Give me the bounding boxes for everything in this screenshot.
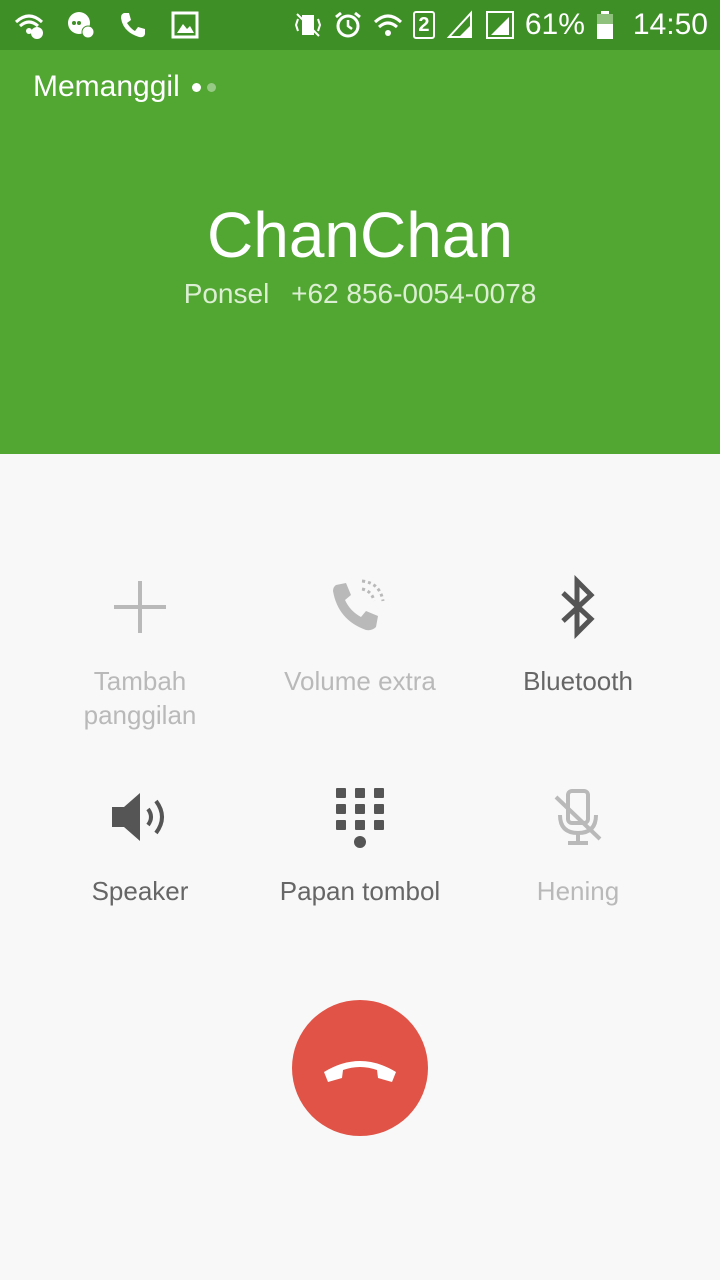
mic-off-icon	[554, 789, 602, 845]
battery-icon	[596, 11, 613, 39]
battery-percent: 61%	[524, 8, 585, 41]
mute-label: Hening	[536, 876, 620, 906]
extra-volume-label: Volume extra	[284, 666, 436, 696]
keypad-label: Papan tombol	[279, 876, 441, 906]
wifi-call-icon	[14, 14, 44, 39]
speaker-button[interactable]: Speaker	[30, 782, 250, 908]
bluetooth-label: Bluetooth	[523, 666, 633, 696]
end-call-icon	[324, 1061, 396, 1082]
vibrate-icon	[294, 13, 321, 37]
add-call-button[interactable]: Tambah panggilan	[30, 572, 250, 732]
extra-volume-button[interactable]: Volume extra	[250, 572, 470, 698]
call-status-label: Memanggil	[33, 70, 180, 103]
phone-volume-icon	[333, 579, 385, 631]
alarm-icon	[334, 11, 361, 38]
phone-icon	[121, 13, 145, 38]
wifi-icon	[373, 14, 402, 36]
chat-notification-icon	[68, 12, 95, 39]
phone-number: +62 856-0054-0078	[291, 278, 537, 309]
end-call-button[interactable]	[292, 1000, 428, 1136]
speaker-label: Speaker	[91, 876, 189, 906]
mute-button[interactable]: Hening	[468, 782, 688, 908]
add-call-label: Tambah panggilan	[83, 666, 197, 730]
calling-dots	[191, 82, 216, 92]
bluetooth-button[interactable]: Bluetooth	[468, 572, 688, 698]
call-status: Memanggil	[33, 70, 216, 104]
keypad-button[interactable]: Papan tombol	[250, 782, 470, 908]
signal-icon	[446, 10, 472, 38]
speaker-icon	[112, 793, 164, 841]
status-bar: 2 61% 14:50	[0, 0, 720, 50]
gallery-icon	[171, 11, 199, 39]
clock: 14:50	[632, 8, 708, 41]
contact-details: Ponsel +62 856-0054-0078	[0, 278, 720, 310]
contact-name: ChanChan	[207, 199, 513, 271]
bluetooth-icon	[561, 575, 595, 639]
number-type: Ponsel	[183, 278, 270, 309]
signal-icon	[485, 11, 514, 39]
keypad-icon	[336, 788, 384, 848]
plus-icon	[114, 581, 166, 633]
sim-icon: 2	[412, 11, 435, 39]
call-header: Memanggil ChanChan Ponsel +62 856-0054-0…	[0, 50, 720, 454]
